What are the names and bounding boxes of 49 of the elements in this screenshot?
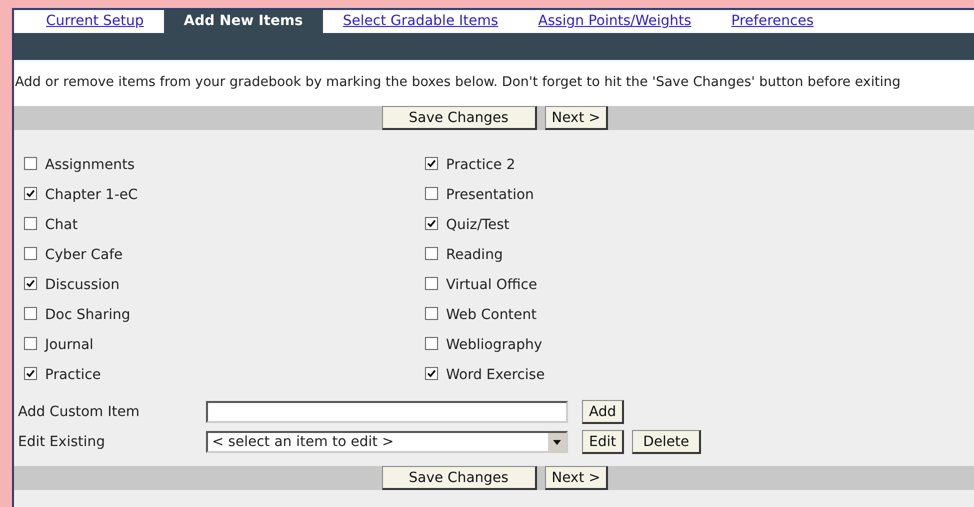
tab[interactable]: Assign Points/Weights [538, 10, 692, 33]
checkbox[interactable] [425, 336, 438, 350]
checkbox-label: Web Content [446, 306, 537, 324]
checkbox-label: Presentation [446, 186, 534, 204]
save-changes-button[interactable]: Save Changes [382, 466, 537, 490]
checkbox[interactable] [24, 246, 37, 260]
checkbox-label: Word Exercise [446, 366, 545, 384]
checkbox-label: Reading [446, 246, 503, 264]
checkbox[interactable] [24, 366, 37, 380]
checkbox[interactable] [24, 336, 37, 350]
checkbox[interactable] [425, 246, 438, 260]
checkbox-label: Chapter 1-eC [45, 186, 138, 204]
next-button[interactable]: Next > [544, 106, 608, 130]
checkbox[interactable] [425, 186, 438, 200]
checkbox-label: Journal [45, 336, 94, 354]
next-button[interactable]: Next > [544, 466, 608, 490]
checkbox[interactable] [24, 276, 37, 290]
tab[interactable]: Preferences [731, 10, 814, 33]
checkbox[interactable] [425, 156, 438, 170]
tab[interactable]: Current Setup [46, 10, 144, 33]
checkbox-label: Chat [45, 216, 78, 234]
delete-button[interactable]: Delete [632, 430, 702, 454]
instructions-text: Add or remove items from your gradebook by marking the boxes below. Don't forget to hit the 'Save Changes' button before exiting [15, 74, 901, 92]
checkbox-label: Cyber Cafe [45, 246, 123, 264]
checkbox[interactable] [24, 306, 37, 320]
add-button[interactable]: Add [582, 400, 624, 424]
edit-button[interactable]: Edit [582, 430, 624, 454]
checkbox-label: Quiz/Test [446, 216, 510, 234]
field-label: Edit Existing [18, 432, 106, 452]
item-select[interactable]: < select an item to edit > [206, 431, 568, 453]
checkbox-label: Practice [45, 366, 101, 384]
checkbox[interactable] [425, 366, 438, 380]
save-changes-button[interactable]: Save Changes [382, 106, 537, 130]
checkbox[interactable] [425, 216, 438, 230]
checkbox-label: Discussion [45, 276, 120, 294]
tab[interactable]: Select Gradable Items [342, 10, 498, 33]
field-label: Add Custom Item [18, 402, 141, 422]
checkbox[interactable] [425, 276, 438, 290]
checkbox-label: Assignments [45, 156, 135, 174]
checkbox-label: Doc Sharing [45, 306, 130, 324]
checkbox-label: Virtual Office [446, 276, 538, 294]
custom-item-field[interactable] [206, 401, 568, 423]
checkbox[interactable] [425, 306, 438, 320]
tab[interactable]: Add New Items [164, 10, 323, 33]
checkbox[interactable] [24, 186, 37, 200]
checkbox-label: Practice 2 [446, 156, 516, 174]
checkbox-label: Webliography [446, 336, 542, 354]
checkbox[interactable] [24, 156, 37, 170]
checkbox[interactable] [24, 216, 37, 230]
